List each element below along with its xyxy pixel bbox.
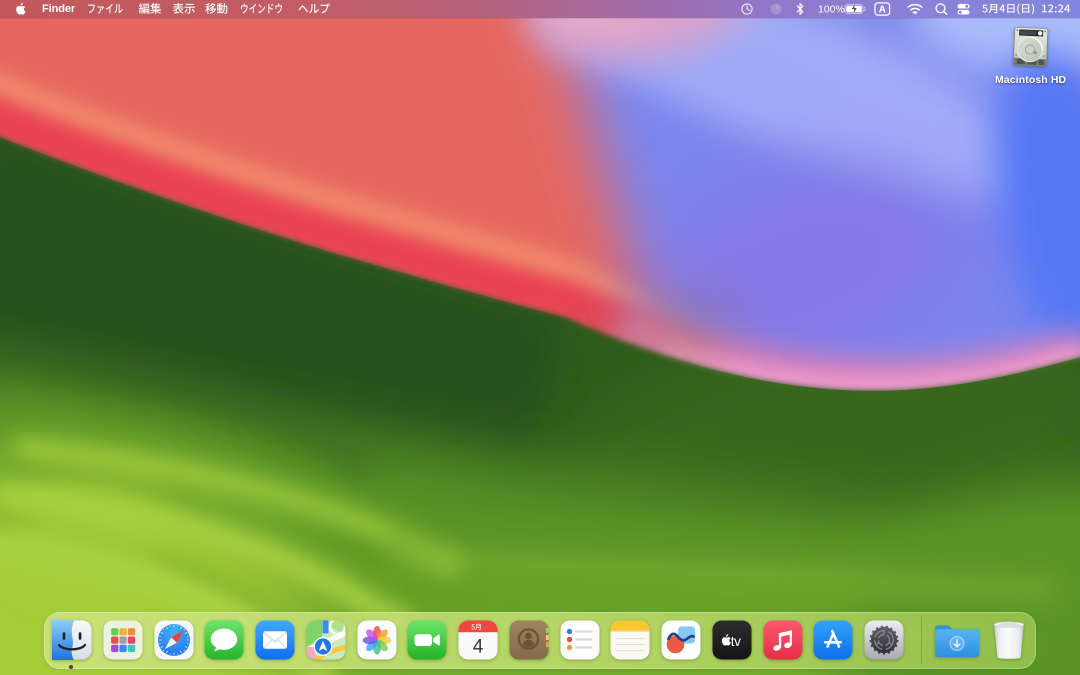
- svg-text:100%: 100%: [818, 4, 845, 16]
- svg-text:4: 4: [473, 637, 484, 658]
- svg-text:A: A: [879, 5, 886, 16]
- svg-text:tv: tv: [731, 634, 741, 649]
